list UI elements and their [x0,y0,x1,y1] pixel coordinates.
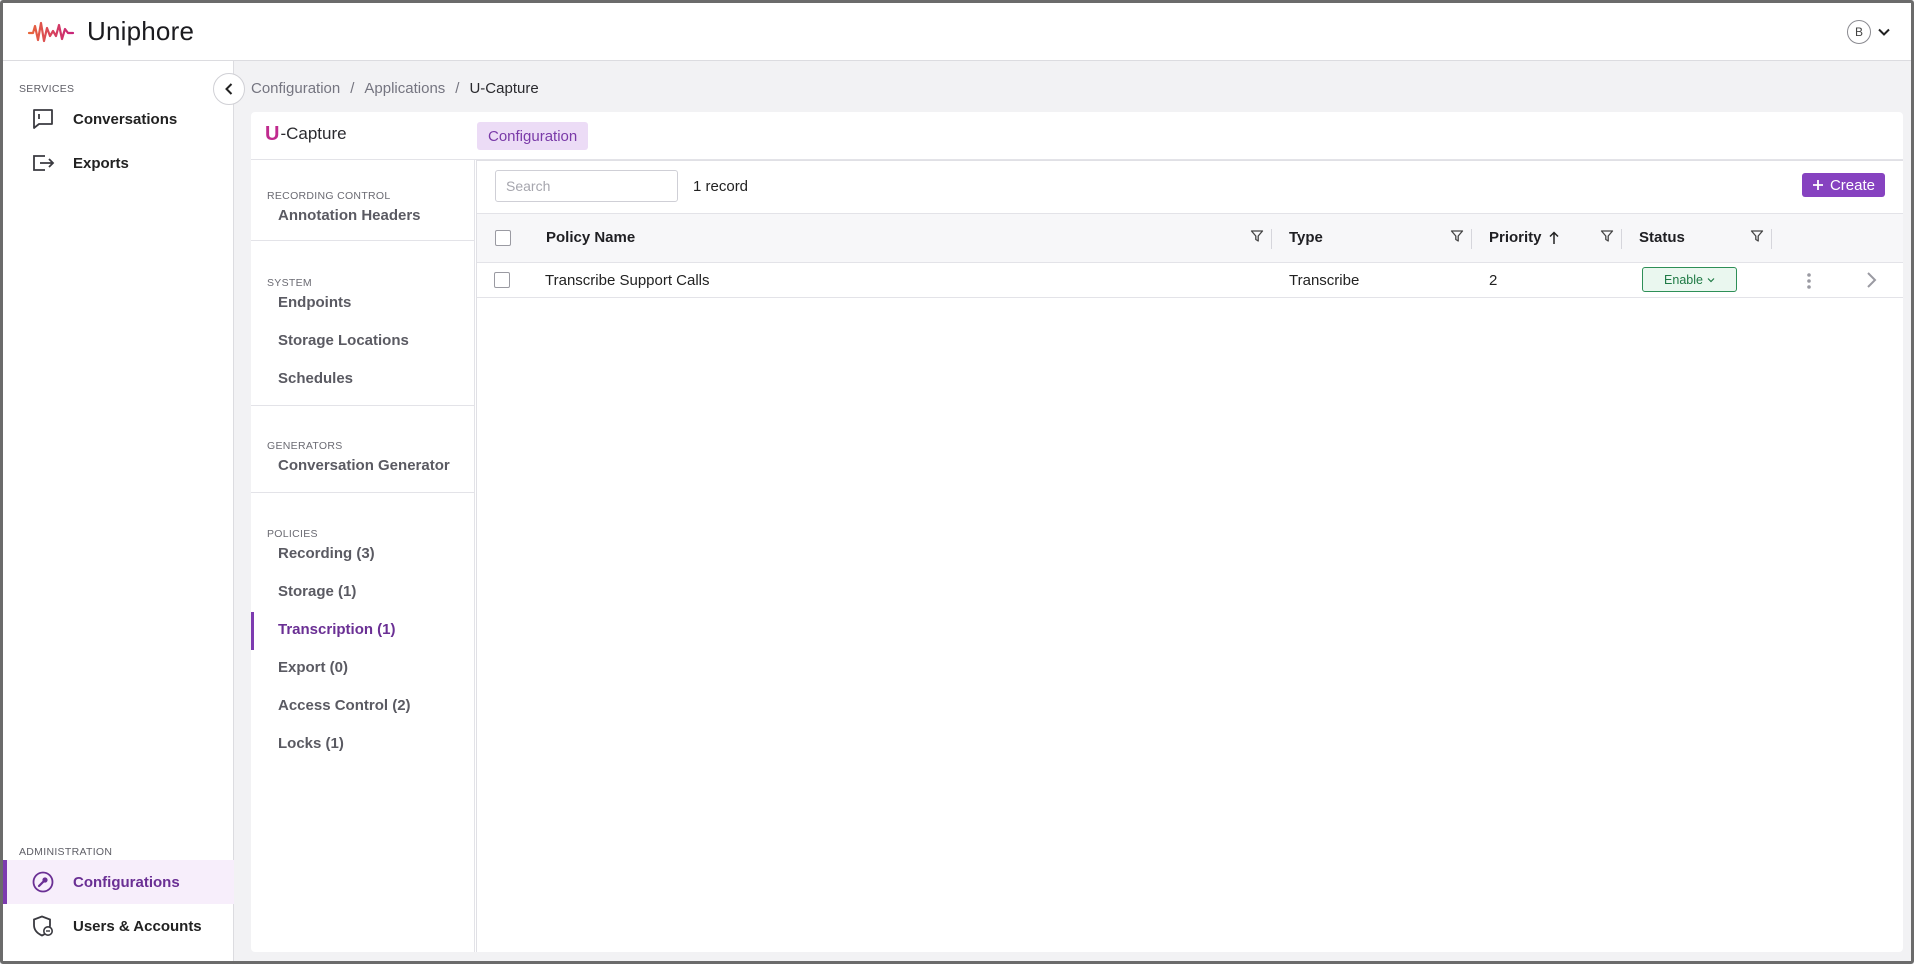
sidebar-item-label: Users & Accounts [73,917,202,935]
filter-icon[interactable] [1600,229,1614,243]
subnav-item-access-control[interactable]: Access Control (2) [251,688,475,722]
sidebar-item-users-accounts[interactable]: Users & Accounts [3,904,234,948]
sidebar-item-conversations[interactable]: Conversations [3,97,234,141]
status-dropdown[interactable]: Enable [1642,267,1737,292]
uniphore-logo-icon [27,21,75,43]
sidebar-section-administration: ADMINISTRATION [19,846,113,858]
table-header: Policy Name Type Priority Status [477,213,1903,263]
breadcrumb-configuration[interactable]: Configuration [251,80,340,97]
sidebar: SERVICES Conversations Exports ADMINISTR… [3,61,234,961]
sort-ascending-icon[interactable] [1548,230,1560,245]
user-menu[interactable]: B [1847,20,1891,44]
app-title-text: -Capture [280,124,347,143]
wrench-icon [32,871,54,893]
divider [251,240,475,241]
app-window: Uniphore B SERVICES Conversations Export… [0,0,1914,964]
divider [251,492,475,493]
column-resizer[interactable] [1771,229,1772,249]
create-button-label: Create [1829,176,1875,194]
column-header-label: Type [1289,229,1323,246]
chevron-down-icon[interactable] [1877,25,1891,39]
column-header-priority[interactable]: Priority [1489,229,1560,246]
sidebar-item-label: Conversations [73,110,178,128]
column-header-status[interactable]: Status [1639,229,1685,246]
plus-icon [1812,180,1823,190]
chat-icon [33,109,53,129]
subnav-item-conversation-generator[interactable]: Conversation Generator [251,448,475,482]
table-row[interactable]: Transcribe Support Calls Transcribe 2 En… [477,263,1903,298]
shield-user-icon [33,915,53,937]
breadcrumb-current: U-Capture [469,80,539,97]
column-header-policy-name[interactable]: Policy Name [546,229,635,246]
subnav-item-schedules[interactable]: Schedules [251,361,475,395]
more-options-icon[interactable] [1806,272,1812,290]
subnav-item-annotation-headers[interactable]: Annotation Headers [251,198,475,232]
column-resizer[interactable] [1271,229,1272,249]
search-input[interactable] [495,170,678,202]
cell-policy-name: Transcribe Support Calls [545,272,710,289]
subnav-item-endpoints[interactable]: Endpoints [251,285,475,319]
chevron-left-icon [225,83,233,95]
subnav-item-export[interactable]: Export (0) [251,650,475,684]
subnav-item-recording[interactable]: Recording (3) [251,536,475,570]
select-all-checkbox[interactable] [495,230,511,246]
status-badge: Enable [1664,272,1703,287]
breadcrumb: Configuration / Applications / U-Capture [251,80,539,97]
collapse-sidebar-button[interactable] [213,73,245,105]
divider [251,405,475,406]
breadcrumb-separator: / [455,80,460,97]
app-title: U -Capture [265,122,347,146]
sidebar-item-label: Configurations [73,873,180,891]
top-bar: Uniphore B [3,3,1911,61]
breadcrumb-applications[interactable]: Applications [364,80,445,97]
brand-name: Uniphore [87,16,195,46]
subnav-item-locks[interactable]: Locks (1) [251,726,475,760]
tab-configuration[interactable]: Configuration [477,122,589,150]
chevron-down-icon [1707,277,1715,282]
column-header-label: Priority [1489,229,1542,246]
cell-priority: 2 [1489,272,1498,289]
column-resizer[interactable] [1621,229,1622,249]
filter-icon[interactable] [1750,229,1764,243]
sidebar-item-exports[interactable]: Exports [3,141,234,185]
avatar[interactable]: B [1847,20,1871,44]
subnav-item-transcription[interactable]: Transcription (1) [251,612,475,650]
sidebar-item-configurations[interactable]: Configurations [3,860,234,904]
record-count: 1 record [693,178,749,195]
sidebar-item-label: Exports [73,154,129,172]
sidebar-section-services: SERVICES [19,83,75,95]
chevron-right-icon[interactable] [1864,270,1878,290]
settings-nav: RECORDING CONTROL Annotation Headers SYS… [251,160,475,952]
subnav-item-storage[interactable]: Storage (1) [251,574,475,608]
create-button[interactable]: Create [1801,173,1885,197]
column-header-type[interactable]: Type [1289,229,1323,246]
main-card: U -Capture Configuration RECORDING CONTR… [251,112,1903,952]
column-resizer[interactable] [1471,229,1472,249]
row-checkbox[interactable] [494,272,510,288]
export-icon [33,155,55,171]
app-title-letter: U [265,122,280,145]
filter-icon[interactable] [1250,229,1264,243]
column-header-label: Status [1639,229,1685,246]
cell-type: Transcribe [1289,272,1360,289]
table-toolbar: 1 record Create [477,161,1903,213]
filter-icon[interactable] [1450,229,1464,243]
policy-table: 1 record Create Policy Name [476,160,1903,952]
breadcrumb-separator: / [350,80,355,97]
subnav-item-storage-locations[interactable]: Storage Locations [251,323,475,357]
column-header-label: Policy Name [546,229,636,246]
